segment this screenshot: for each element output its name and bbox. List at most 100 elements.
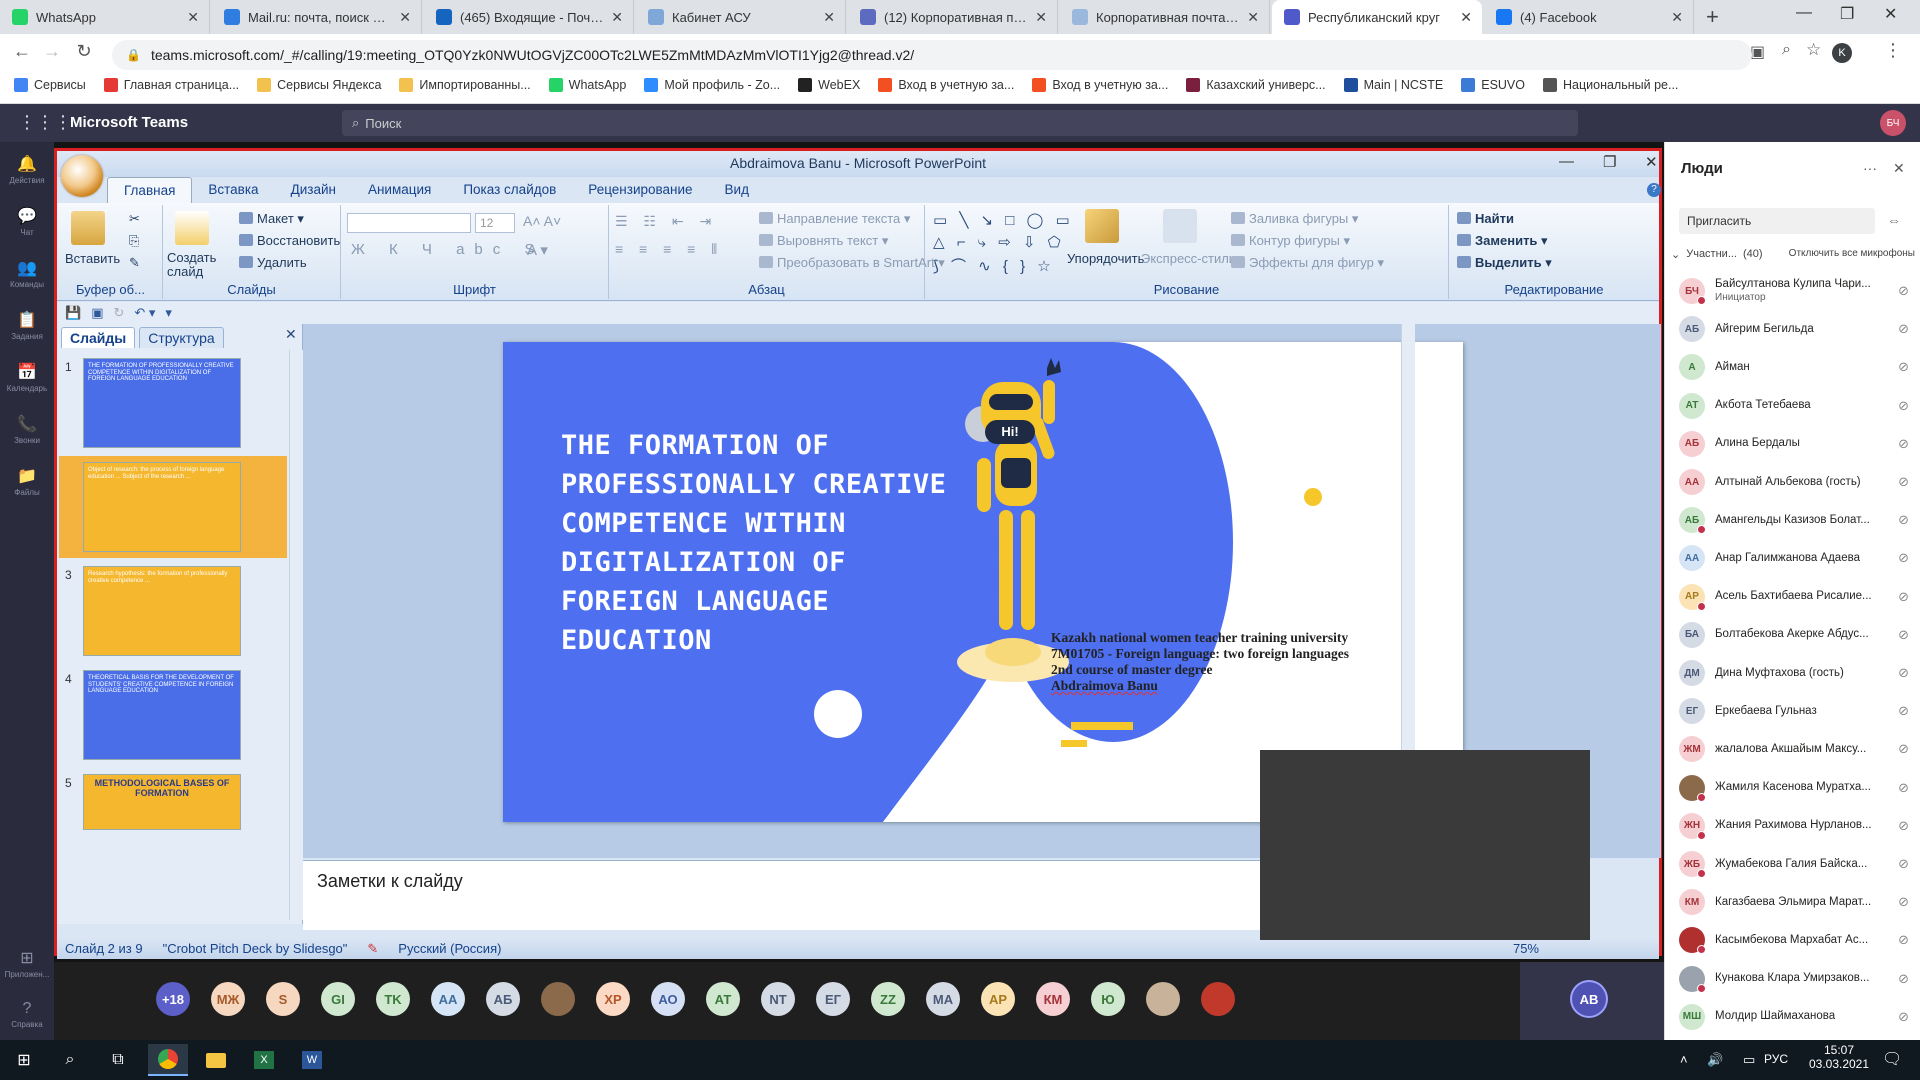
undo-icon[interactable]: ↶ ▾ <box>134 305 155 321</box>
ribbon-tab[interactable]: Вставка <box>192 177 274 203</box>
participant-avatar[interactable]: МЖ <box>211 982 245 1016</box>
bookmark-item[interactable]: Казахский универс... <box>1186 78 1326 92</box>
participant-avatar[interactable]: TK <box>376 982 410 1016</box>
mic-muted-icon[interactable]: ⊘ <box>1898 971 1909 987</box>
participant-avatar[interactable]: АР <box>981 982 1015 1016</box>
bookmark-item[interactable]: ESUVO <box>1461 78 1525 92</box>
tray-icons[interactable]: ˄ 🔊 ▭ <box>1680 1052 1763 1068</box>
language-indicator[interactable]: Русский (Россия) <box>398 941 501 956</box>
rail-item[interactable]: 📋 Задания <box>0 310 54 341</box>
repeat-icon[interactable]: ↻ <box>113 305 124 321</box>
close-tab-icon[interactable]: ✕ <box>611 9 623 26</box>
slide-notes-field[interactable]: Заметки к слайду <box>303 860 1401 930</box>
layout-button[interactable]: Макет ▾ <box>239 211 304 227</box>
browser-tab[interactable]: (465) Входящие - Почта Mail. ✕ <box>424 0 634 34</box>
office-button[interactable] <box>61 155 103 197</box>
link-icon[interactable]: ⇔ <box>1887 212 1901 228</box>
slide-thumbnail[interactable]: Research hypothesis: the formation of pr… <box>83 566 241 656</box>
preview-icon[interactable]: ▣ <box>91 305 103 321</box>
ribbon-tab[interactable]: Рецензирование <box>572 177 708 203</box>
menu-icon[interactable]: ⋮ <box>1884 40 1902 61</box>
mic-muted-icon[interactable]: ⊘ <box>1898 512 1909 528</box>
participant-row[interactable]: АБ Айгерим Бегильда ⊘ <box>1679 310 1909 348</box>
participant-avatar[interactable]: AA <box>431 982 465 1016</box>
rail-item[interactable]: 👥 Команды <box>0 258 54 289</box>
slide-info-text[interactable]: Kazakh national women teacher training u… <box>1051 630 1371 694</box>
participant-row[interactable]: ЖН Жания Рахимова Нурланов... ⊘ <box>1679 807 1909 845</box>
font-style-buttons[interactable]: Ж К Ч abc S <box>351 241 544 258</box>
participant-row[interactable]: Жамиля Касенова Муратха... ⊘ <box>1679 769 1909 807</box>
mic-muted-icon[interactable]: ⊘ <box>1898 932 1909 948</box>
bookmark-item[interactable]: Импортированны... <box>399 78 531 92</box>
participant-row[interactable]: АБ Алина Бердалы ⊘ <box>1679 425 1909 463</box>
bookmark-item[interactable]: Вход в учетную за... <box>878 78 1014 92</box>
rail-item[interactable]: 🔔 Действия <box>0 154 54 185</box>
participant-row[interactable]: Кунакова Клара Умирзаков... ⊘ <box>1679 960 1909 998</box>
participant-avatar[interactable]: +18 <box>156 982 190 1016</box>
participant-avatar[interactable] <box>1201 982 1235 1016</box>
quick-styles-button[interactable]: Экспресс-стили <box>1141 251 1236 266</box>
participant-avatar[interactable]: АТ <box>706 982 740 1016</box>
ribbon-tab[interactable]: Анимация <box>352 177 447 203</box>
rail-item[interactable]: 📞 Звонки <box>0 414 54 445</box>
participant-avatar[interactable]: GI <box>321 982 355 1016</box>
word-icon[interactable]: W <box>292 1044 332 1076</box>
file-explorer-icon[interactable] <box>196 1044 236 1076</box>
bookmark-star-icon[interactable]: ☆ <box>1806 40 1821 60</box>
save-icon[interactable]: 💾 <box>65 305 81 321</box>
mic-muted-icon[interactable]: ⊘ <box>1898 321 1909 337</box>
font-name-select[interactable] <box>347 213 471 233</box>
input-language[interactable]: РУС <box>1764 1052 1788 1066</box>
browser-tab[interactable]: (4) Facebook ✕ <box>1484 0 1694 34</box>
rail-item[interactable]: ? Справка <box>0 1000 54 1029</box>
close-panel-icon[interactable]: ✕ <box>1893 160 1905 177</box>
user-avatar[interactable]: БЧ <box>1880 110 1906 136</box>
browser-tab[interactable]: Корпоративная почта :: TM ✕ <box>1060 0 1270 34</box>
new-tab-button[interactable]: + <box>1706 4 1719 30</box>
search-icon[interactable]: ⌕ <box>50 1044 90 1076</box>
profile-avatar[interactable]: K <box>1832 43 1852 63</box>
participant-row[interactable]: ЖБ Жумабекова Галия Байска... ⊘ <box>1679 845 1909 883</box>
browser-tab[interactable]: (12) Корпоративная почта ✕ <box>848 0 1058 34</box>
customize-qat-icon[interactable]: ▾ <box>165 305 172 321</box>
participant-row[interactable]: ДМ Дина Муфтахова (гость) ⊘ <box>1679 654 1909 692</box>
mic-muted-icon[interactable]: ⊘ <box>1898 436 1909 452</box>
participant-avatar[interactable] <box>1146 982 1180 1016</box>
back-icon[interactable]: ← <box>8 41 36 62</box>
rail-item[interactable]: 📅 Календарь <box>0 362 54 393</box>
mic-muted-icon[interactable]: ⊘ <box>1898 359 1909 375</box>
mute-all-button[interactable]: Отключить все микрофоны <box>1789 248 1915 261</box>
participant-avatar[interactable]: КМ <box>1036 982 1070 1016</box>
mic-muted-icon[interactable]: ⊘ <box>1898 550 1909 566</box>
more-options-icon[interactable]: ··· <box>1863 160 1877 176</box>
grow-font-icon[interactable]: A˄ A˅ <box>523 213 561 229</box>
close-pane-icon[interactable]: ✕ <box>285 326 297 343</box>
mic-muted-icon[interactable]: ⊘ <box>1898 818 1909 834</box>
ribbon-tab[interactable]: Вид <box>709 177 765 203</box>
chrome-taskbar-icon[interactable] <box>148 1044 188 1076</box>
participant-row[interactable]: АТ Акбота Тетебаева ⊘ <box>1679 387 1909 425</box>
bookmark-item[interactable]: Вход в учетную за... <box>1032 78 1168 92</box>
shape-effects-button[interactable]: Эффекты для фигур ▾ <box>1231 255 1384 271</box>
browser-tab[interactable]: Кабинет АСУ ✕ <box>636 0 846 34</box>
ppt-minimize-button[interactable]: — <box>1559 153 1574 170</box>
slide-thumbnail[interactable]: Object of research: the process of forei… <box>83 462 241 552</box>
bookmark-item[interactable]: WhatsApp <box>548 78 626 92</box>
reload-icon[interactable]: ↻ <box>70 41 98 62</box>
participant-avatar[interactable]: ХР <box>596 982 630 1016</box>
teams-search-input[interactable]: ⌕ Поиск <box>342 110 1578 136</box>
close-tab-icon[interactable]: ✕ <box>1671 9 1683 26</box>
cut-icon[interactable]: ✂ <box>129 211 140 227</box>
mic-muted-icon[interactable]: ⊘ <box>1898 741 1909 757</box>
close-tab-icon[interactable]: ✕ <box>399 9 411 26</box>
participant-avatar[interactable]: NT <box>761 982 795 1016</box>
arrange-button[interactable]: Упорядочить <box>1067 251 1144 266</box>
notifications-icon[interactable]: 🗨 <box>1882 1049 1902 1069</box>
rail-item[interactable]: 📁 Файлы <box>0 466 54 497</box>
slide-thumbnail[interactable]: METHODOLOGICAL BASES OF FORMATION <box>83 774 241 830</box>
rail-item[interactable]: ⊞ Приложен... <box>0 948 54 979</box>
list-icons[interactable]: ☰ ☷ ⇤ ⇥ <box>615 213 717 230</box>
mic-muted-icon[interactable]: ⊘ <box>1898 856 1909 872</box>
participant-row[interactable]: БА Болтабекова Акерке Абдус... ⊘ <box>1679 616 1909 654</box>
browser-tab[interactable]: WhatsApp ✕ <box>0 0 210 34</box>
